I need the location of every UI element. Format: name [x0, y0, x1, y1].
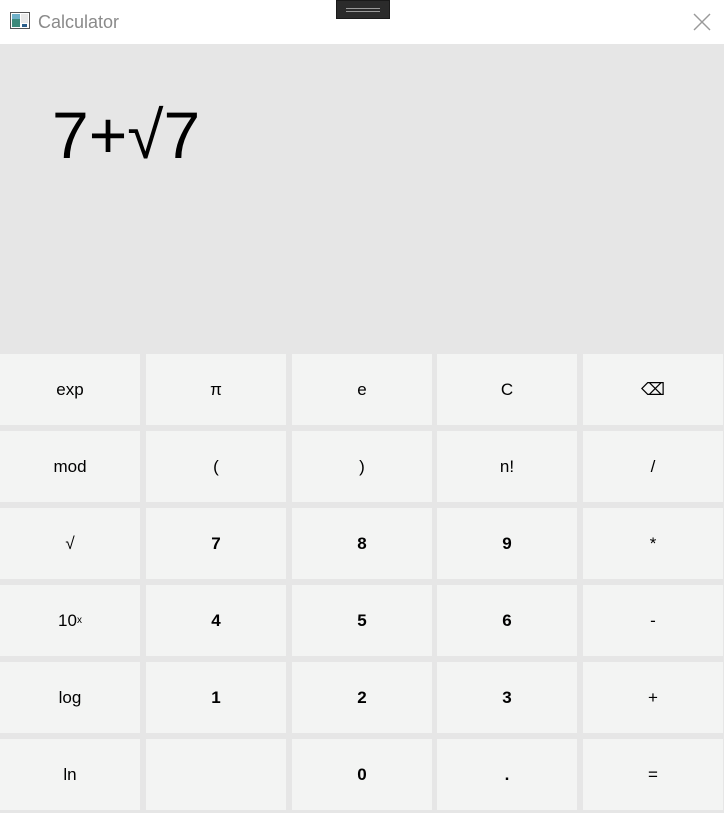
digit-4-button[interactable]: 4 [146, 585, 286, 656]
key-label: + [648, 687, 658, 707]
title-bar: Calculator [0, 0, 724, 44]
open-paren-button[interactable]: ( [146, 431, 286, 502]
drag-handle-icon[interactable] [336, 0, 390, 19]
digit-8-button[interactable]: 8 [292, 508, 432, 579]
key-label: 6 [502, 610, 512, 630]
key-label: ) [359, 456, 365, 476]
exp-button[interactable]: exp [0, 354, 140, 425]
key-label: * [649, 533, 657, 553]
close-icon[interactable] [686, 6, 718, 38]
close-paren-button[interactable]: ) [292, 431, 432, 502]
display-area: 7+√7 [0, 44, 724, 353]
backspace-icon: ⌫ [640, 379, 666, 399]
digit-3-button[interactable]: 3 [437, 662, 577, 733]
divide-button[interactable]: / [583, 431, 723, 502]
digit-2-button[interactable]: 2 [292, 662, 432, 733]
key-label: 1 [211, 687, 221, 707]
ten-power-button[interactable]: 10 x [0, 585, 140, 656]
key-label: √ [65, 533, 75, 553]
key-label: ln [63, 764, 77, 784]
key-label: 3 [502, 687, 512, 707]
blank-button[interactable] [146, 739, 286, 810]
mod-button[interactable]: mod [0, 431, 140, 502]
key-label: ( [213, 456, 219, 476]
ln-button[interactable]: ln [0, 739, 140, 810]
digit-1-button[interactable]: 1 [146, 662, 286, 733]
subtract-button[interactable]: - [583, 585, 723, 656]
key-label: . [504, 764, 510, 784]
key-label: 2 [357, 687, 367, 707]
multiply-button[interactable]: * [583, 508, 723, 579]
key-superscript: x [76, 615, 82, 626]
log-button[interactable]: log [0, 662, 140, 733]
key-label: = [648, 764, 658, 784]
key-label: C [500, 379, 514, 399]
key-label: - [650, 610, 656, 630]
factorial-button[interactable]: n! [437, 431, 577, 502]
key-label: 9 [502, 533, 512, 553]
key-label: n! [499, 456, 515, 476]
keypad: exp π e C ⌫ mod () n! / √ 7 8 9 * 10 x 4 5 6 - log 1 2 3 + ln 0. = [0, 354, 724, 813]
digit-9-button[interactable]: 9 [437, 508, 577, 579]
key-label: log [58, 687, 82, 707]
key-label: 0 [357, 764, 367, 784]
add-button[interactable]: + [583, 662, 723, 733]
key-label: 4 [211, 610, 221, 630]
key-label: 5 [357, 610, 367, 630]
digit-7-button[interactable]: 7 [146, 508, 286, 579]
key-label: π [210, 379, 222, 399]
digit-0-button[interactable]: 0 [292, 739, 432, 810]
clear-button[interactable]: C [437, 354, 577, 425]
window-title: Calculator [38, 12, 120, 32]
e-button[interactable]: e [292, 354, 432, 425]
decimal-button[interactable]: . [437, 739, 577, 810]
digit-5-button[interactable]: 5 [292, 585, 432, 656]
key-label: 8 [357, 533, 367, 553]
expression-display: 7+√7 [52, 98, 201, 172]
key-label: mod [53, 456, 87, 476]
digit-6-button[interactable]: 6 [437, 585, 577, 656]
key-label: / [650, 456, 656, 476]
equals-button[interactable]: = [583, 739, 723, 810]
key-label: exp [56, 379, 84, 399]
backspace-button[interactable]: ⌫ [583, 354, 723, 425]
key-label: e [357, 379, 367, 399]
calculator-app-icon [10, 12, 30, 29]
sqrt-button[interactable]: √ [0, 508, 140, 579]
calculator-window: Calculator 7+√7 exp π e C ⌫ mod() n! / √ 7 8 9 * 10 x 4… [0, 0, 724, 813]
key-label: 7 [211, 533, 221, 553]
key-label: 10 [58, 610, 77, 630]
pi-button[interactable]: π [146, 354, 286, 425]
